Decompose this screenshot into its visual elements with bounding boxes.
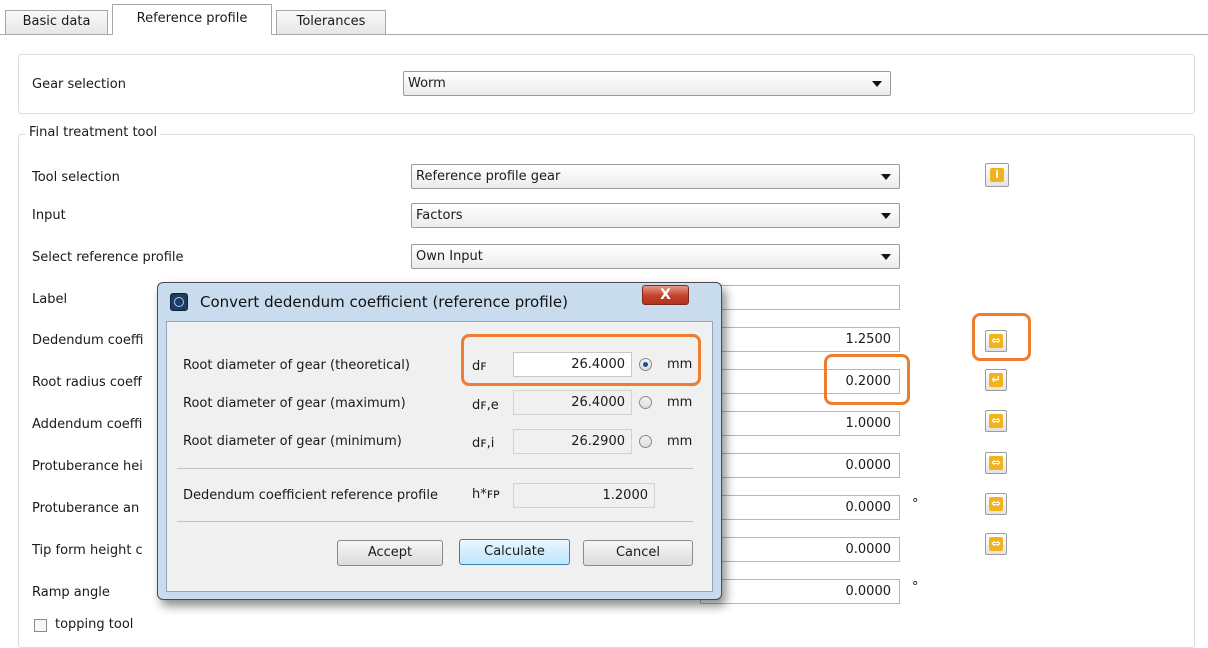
enter-icon: ↵ [989,373,1003,387]
convert-addendum-button[interactable]: ⇔ [985,410,1007,432]
convert-tip-form-height-button[interactable]: ⇔ [985,533,1007,555]
root-diameter-maximum-unit: mm [667,395,693,410]
root-diameter-minimum-radio[interactable] [639,435,652,448]
convert-dedendum-dialog: Convert dedendum coefficient (reference … [157,282,722,600]
calculate-button[interactable]: Calculate [459,539,570,565]
root-diameter-maximum-field: 26.4000 [513,390,632,415]
gear-selection-value: Worm [408,76,446,91]
protuberance-angle-label: Protuberance an [32,501,140,516]
protuberance-height-field[interactable]: 0.0000 [700,453,900,478]
label-field-input[interactable] [700,285,900,310]
convert-icon: ⇔ [989,537,1003,551]
select-reference-profile-combo[interactable]: Own Input [411,244,900,269]
topping-tool-checkbox[interactable] [34,619,47,632]
tool-selection-label: Tool selection [32,170,120,185]
select-reference-profile-value: Own Input [416,249,483,264]
protuberance-angle-unit: ° [912,497,919,512]
info-button[interactable]: i [985,163,1009,187]
tool-selection-combo[interactable]: Reference profile gear [411,164,900,189]
dialog-title: Convert dedendum coefficient (reference … [200,293,568,311]
dedendum-coefficient-result-label: Dedendum coefficient reference profile [183,488,438,503]
separator [177,468,693,469]
tool-selection-value: Reference profile gear [416,169,561,184]
highlight-theoretical-row [461,334,701,386]
topping-tool-label: topping tool [55,617,134,632]
gear-selection-label: Gear selection [32,77,126,92]
app-icon [170,293,188,311]
root-diameter-maximum-radio[interactable] [639,396,652,409]
tip-form-height-label: Tip form height c [32,543,143,558]
info-icon: i [990,168,1004,182]
cancel-button[interactable]: Cancel [583,540,693,566]
convert-protuberance-angle-button[interactable]: ⇔ [985,493,1007,515]
gear-selection-combo[interactable]: Worm [403,71,891,96]
close-button[interactable]: X [642,285,689,305]
root-diameter-minimum-unit: mm [667,434,693,449]
dedendum-coefficient-result-field: 1.2000 [513,483,655,508]
chevron-down-icon [881,174,891,180]
label-field-label: Label [32,292,68,307]
highlight-root-radius-field [824,354,910,405]
select-reference-profile-label: Select reference profile [32,250,184,265]
chevron-down-icon [881,254,891,260]
tip-form-height-field[interactable]: 0.0000 [700,537,900,562]
protuberance-angle-field[interactable]: 0.0000 [700,495,900,520]
ramp-angle-unit: ° [912,580,919,595]
root-diameter-maximum-label: Root diameter of gear (maximum) [183,396,406,411]
ramp-angle-field[interactable]: 0.0000 [700,579,900,604]
root-diameter-minimum-label: Root diameter of gear (minimum) [183,434,402,449]
separator [177,521,693,522]
highlight-convert-button [972,313,1031,361]
addendum-coefficient-field[interactable]: 1.0000 [700,411,900,436]
input-label: Input [32,208,66,223]
final-treatment-title: Final treatment tool [26,125,161,140]
chevron-down-icon [872,81,882,87]
dedendum-coefficient-result-symbol: h*ꜰᴘ [472,487,500,502]
dedendum-coefficient-field[interactable]: 1.2500 [700,327,900,352]
convert-icon: ⇔ [989,456,1003,470]
root-diameter-minimum-symbol: dꜰ,i [472,436,495,451]
ramp-angle-label: Ramp angle [32,585,110,600]
tab-basic-data[interactable]: Basic data [5,10,108,34]
protuberance-height-label: Protuberance hei [32,459,143,474]
addendum-coefficient-label: Addendum coeffi [32,417,143,432]
input-combo[interactable]: Factors [411,203,900,228]
root-radius-enter-button[interactable]: ↵ [985,369,1007,391]
dedendum-coefficient-label: Dedendum coeffi [32,333,144,348]
chevron-down-icon [881,213,891,219]
convert-icon: ⇔ [989,414,1003,428]
accept-button[interactable]: Accept [337,540,443,566]
tab-tolerances[interactable]: Tolerances [276,10,386,34]
root-radius-coefficient-label: Root radius coeff [32,375,142,390]
root-diameter-theoretical-label: Root diameter of gear (theoretical) [183,358,410,373]
tab-reference-profile[interactable]: Reference profile [112,4,272,35]
input-value: Factors [416,208,463,223]
convert-protuberance-height-button[interactable]: ⇔ [985,452,1007,474]
root-diameter-minimum-field: 26.2900 [513,429,632,454]
convert-icon: ⇔ [989,497,1003,511]
root-diameter-maximum-symbol: dꜰ,e [472,398,499,413]
